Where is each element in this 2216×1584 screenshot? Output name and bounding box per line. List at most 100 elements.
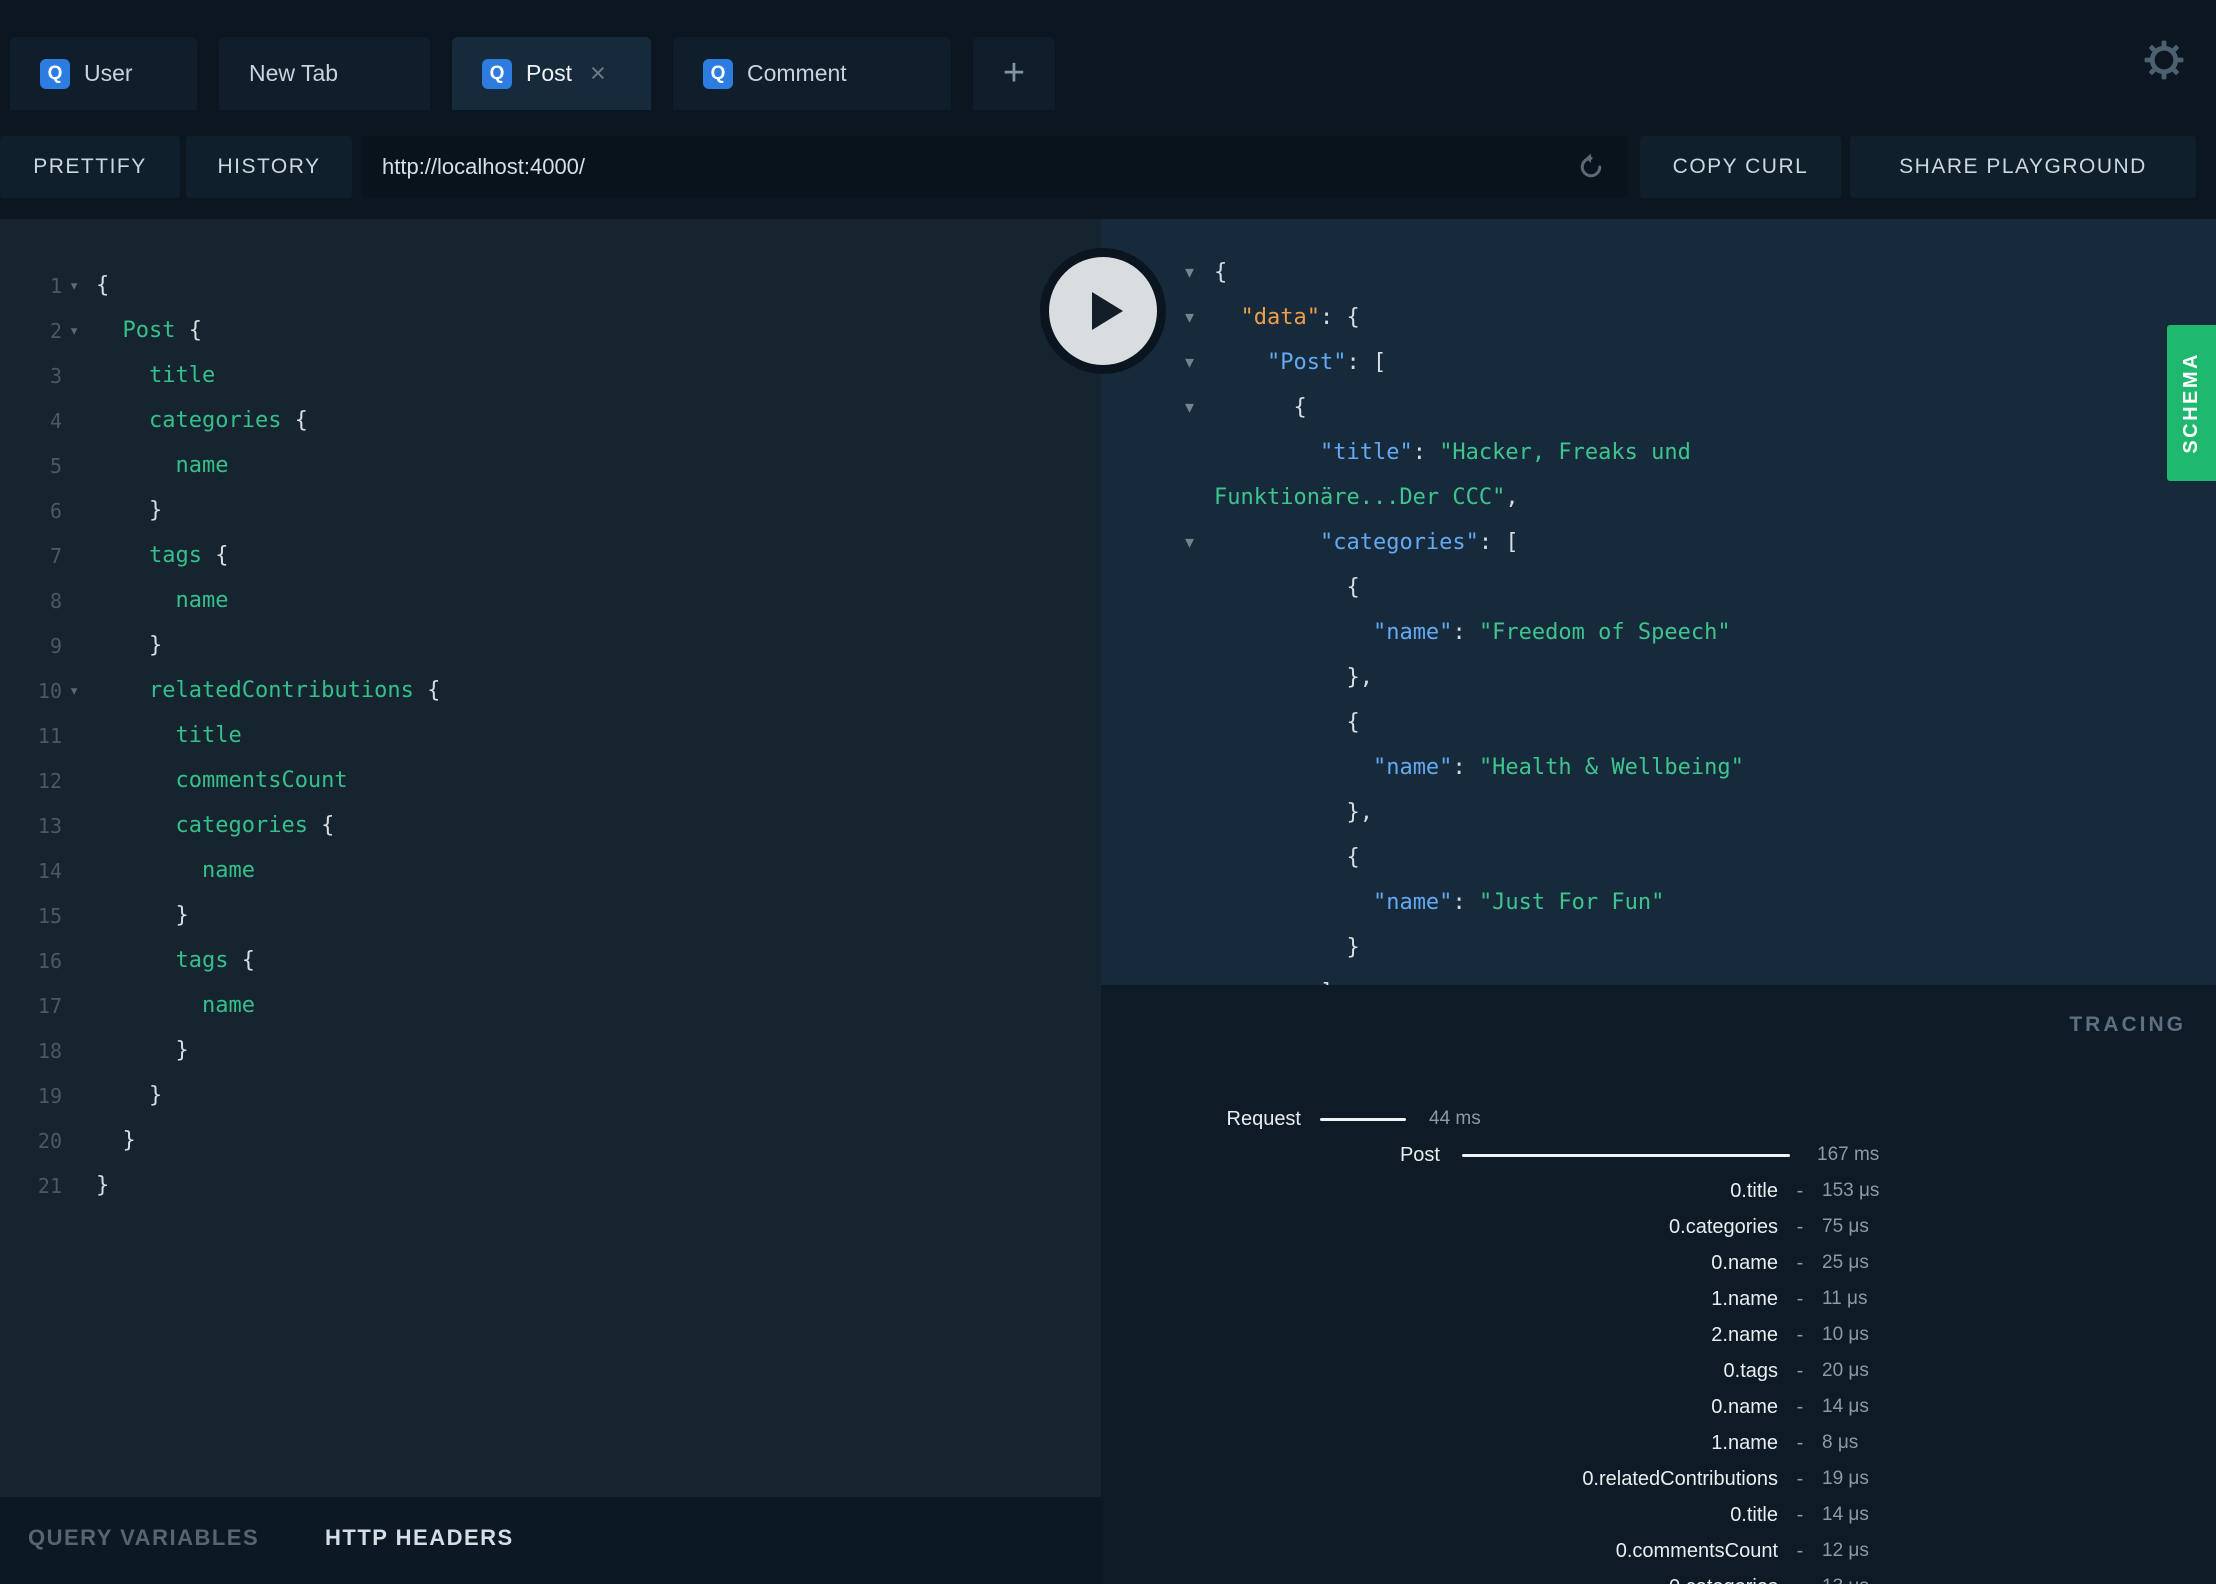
trace-row-field: 1.name -8 μs [1101,1425,2216,1461]
tab-new-tab[interactable]: New Tab [219,37,430,110]
line-number: 9 [49,633,62,658]
trace-duration-bar [1462,1153,1790,1157]
trace-time: 167 ms [1817,1144,1880,1165]
code-text: { [1214,845,1360,870]
trace-dash: - [1796,1503,1804,1526]
trace-time: 44 ms [1429,1108,1481,1129]
collapse-arrow-icon[interactable]: ▾ [1101,397,1214,418]
response-line: "name": "Health & Wellbeing" [1101,745,2216,790]
execute-query-button[interactable] [1040,248,1166,374]
editor-line[interactable]: 18 } [0,1028,1101,1073]
trace-label: 0.relatedContributions [1582,1467,1778,1490]
close-tab-icon[interactable]: × [590,60,606,87]
line-number: 15 [37,903,62,928]
trace-label: 0.commentsCount [1615,1539,1778,1562]
settings-gear-icon[interactable] [2142,38,2186,82]
code-text: } [96,1173,110,1198]
editor-line[interactable]: 13 categories { [0,803,1101,848]
share-playground-button[interactable]: SHARE PLAYGROUND [1850,136,2196,198]
tracing-rows: Request 44 ms Post 167 ms 0.title -153 μs 0.ca… [1101,1101,2216,1584]
code-text: { [1214,710,1360,735]
trace-label: 0.categories [1101,1576,1778,1584]
code-text: } [96,1083,163,1108]
tab-comment[interactable]: Q Comment [673,37,951,110]
code-text: { [1214,395,1307,420]
editor-line[interactable]: 10 ▾ relatedContributions { [0,668,1101,713]
trace-row-post: Post 167 ms [1101,1137,2216,1173]
code-text: }, [1214,800,1373,825]
schema-sidebar-tab[interactable]: SCHEMA [2167,325,2216,481]
editor-line[interactable]: 9 } [0,623,1101,668]
editor-line[interactable]: 8 name [0,578,1101,623]
response-line: }, [1101,790,2216,835]
editor-line[interactable]: 12 commentsCount [0,758,1101,803]
trace-row-field: 0.categories -75 μs [1101,1209,2216,1245]
url-input[interactable]: http://localhost:4000/ [362,136,1628,198]
trace-time: 19 μs [1822,1468,1869,1489]
trace-time: 8 μs [1822,1432,1859,1453]
editor-line[interactable]: 2 ▾ Post { [0,308,1101,353]
trace-dash: - [1796,1431,1804,1454]
prettify-button[interactable]: PRETTIFY [0,136,180,198]
trace-time: 12 μs [1822,1540,1869,1561]
editor-line[interactable]: 3 title [0,353,1101,398]
editor-line[interactable]: 4 categories { [0,398,1101,443]
editor-line[interactable]: 17 name [0,983,1101,1028]
query-variables-tab[interactable]: QUERY VARIABLES [28,1525,259,1551]
line-number: 10 [37,678,62,703]
fold-arrow-icon[interactable]: ▾ [62,681,96,701]
trace-time: 20 μs [1822,1360,1869,1381]
line-number: 14 [37,858,62,883]
code-text: } [1214,935,1360,960]
response-line: ▾ "categories": [ [1101,520,2216,565]
query-tab-icon: Q [482,58,512,89]
editor-line[interactable]: 15 } [0,893,1101,938]
http-headers-tab[interactable]: HTTP HEADERS [325,1525,514,1551]
tracing-panel: TRACING Request 44 ms Post 167 ms 0.title -15… [1101,985,2216,1584]
code-text: { [1214,575,1360,600]
editor-line[interactable]: 21} [0,1163,1101,1208]
query-editor-pane[interactable]: 1 ▾{2 ▾ Post {3 title 4 categories {5 name 6… [0,219,1101,1497]
tab-user[interactable]: Q User [10,37,197,110]
trace-time: 11 μs [1822,1288,1868,1309]
code-text: title [148,363,216,388]
code-text: name [201,993,255,1018]
trace-time: 25 μs [1822,1252,1869,1273]
editor-line[interactable]: 14 name [0,848,1101,893]
trace-row-field: 0.name -25 μs [1101,1245,2216,1281]
response-line: "name": "Just For Fun" [1101,880,2216,925]
trace-time: 75 μs [1822,1216,1869,1237]
line-number: 20 [37,1128,62,1153]
new-tab-button[interactable]: + [973,37,1055,110]
play-icon [1092,292,1123,330]
copy-curl-button[interactable]: COPY CURL [1640,136,1841,198]
code-text: } [96,633,163,658]
editor-line[interactable]: 7 tags { [0,533,1101,578]
editor-line[interactable]: 11 title [0,713,1101,758]
trace-row-field: 0.tags -20 μs [1101,1353,2216,1389]
history-button[interactable]: HISTORY [186,136,352,198]
collapse-arrow-icon[interactable]: ▾ [1101,532,1214,553]
trace-time: 14 μs [1822,1504,1869,1525]
response-line: ▾ "data": { [1101,295,2216,340]
code-text: } [96,498,163,523]
trace-label: 0.title [1730,1179,1778,1202]
fold-arrow-icon[interactable]: ▾ [62,276,96,296]
code-text: Funktionäre...Der CCC", [1214,485,1519,510]
tab-post[interactable]: Q Post × [452,37,651,110]
trace-row-field: 2.name -10 μs [1101,1317,2216,1353]
tab-bar: Q User New Tab Q Post × Q Comment + [10,37,1077,110]
editor-line[interactable]: 19 } [0,1073,1101,1118]
refresh-icon[interactable] [1576,152,1606,182]
trace-row-field: 0.categories-13 μs [1101,1569,2216,1584]
editor-line[interactable]: 20 } [0,1118,1101,1163]
query-editor[interactable]: 1 ▾{2 ▾ Post {3 title 4 categories {5 name 6… [0,219,1101,1208]
editor-line[interactable]: 6 } [0,488,1101,533]
editor-line[interactable]: 5 name [0,443,1101,488]
editor-line[interactable]: 16 tags { [0,938,1101,983]
trace-time: 10 μs [1822,1324,1869,1345]
fold-arrow-icon[interactable]: ▾ [62,321,96,341]
editor-line[interactable]: 1 ▾{ [0,263,1101,308]
trace-label: 0.tags [1723,1359,1778,1382]
graphql-playground-window: Q User New Tab Q Post × Q Comment + PRETTIFY [0,0,2216,1584]
